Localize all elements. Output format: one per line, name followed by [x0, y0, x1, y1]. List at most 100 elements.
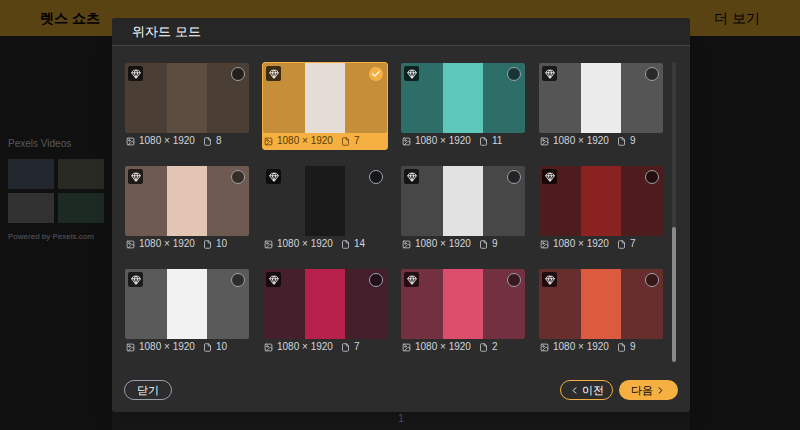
- resolution-icon: [540, 137, 549, 146]
- template-preview: [443, 269, 483, 339]
- template-thumbnail: [401, 269, 525, 339]
- diamond-icon: [407, 69, 417, 79]
- pages-icon: [203, 137, 212, 146]
- premium-badge: [128, 272, 143, 287]
- select-checkbox[interactable]: [369, 170, 383, 184]
- select-checkbox[interactable]: [507, 273, 521, 287]
- premium-badge: [128, 169, 143, 184]
- template-card[interactable]: 1080 × 1920 11: [400, 62, 526, 150]
- premium-badge: [404, 272, 419, 287]
- diamond-icon: [545, 172, 555, 182]
- template-card[interactable]: 1080 × 1920 7: [262, 62, 388, 150]
- template-grid: 1080 × 192081080 × 192071080 × 192011108…: [124, 62, 664, 380]
- pages-icon: [479, 343, 488, 352]
- pages-count: 7: [354, 136, 360, 146]
- select-checkbox[interactable]: [507, 67, 521, 81]
- template-thumbnail: [125, 166, 249, 236]
- select-checkbox[interactable]: [231, 67, 245, 81]
- template-thumbnail: [125, 63, 249, 133]
- diamond-icon: [131, 172, 141, 182]
- resolution-icon: [402, 240, 411, 249]
- scrollbar-thumb[interactable]: [672, 227, 676, 362]
- select-checkbox[interactable]: [231, 273, 245, 287]
- template-info: 1080 × 19209: [539, 339, 663, 355]
- resolution-label: 1080 × 1920: [139, 342, 195, 352]
- resolution-icon: [264, 137, 273, 146]
- pages-icon: [341, 343, 350, 352]
- template-preview: [305, 269, 345, 339]
- resolution-icon: [540, 343, 549, 352]
- premium-badge: [266, 272, 281, 287]
- select-checkbox[interactable]: [369, 67, 383, 81]
- select-checkbox[interactable]: [369, 273, 383, 287]
- template-info: 1080 × 1920 7: [263, 133, 387, 149]
- pages-count: 7: [630, 239, 636, 249]
- diamond-icon: [545, 275, 555, 285]
- premium-badge: [542, 272, 557, 287]
- template-card[interactable]: 1080 × 1920 8: [124, 62, 250, 150]
- template-card[interactable]: 1080 × 19209: [538, 62, 664, 150]
- scrollbar-track[interactable]: [672, 62, 676, 362]
- template-preview: [581, 166, 621, 236]
- diamond-icon: [269, 172, 279, 182]
- template-preview: [167, 166, 207, 236]
- template-thumbnail: [539, 269, 663, 339]
- resolution-icon: [402, 137, 411, 146]
- diamond-icon: [407, 172, 417, 182]
- premium-badge: [542, 169, 557, 184]
- resolution-label: 1080 × 1920: [553, 342, 609, 352]
- resolution-label: 1080 × 1920: [139, 239, 195, 249]
- select-checkbox[interactable]: [645, 273, 659, 287]
- template-thumbnail: [263, 63, 387, 133]
- prev-button[interactable]: 이전: [560, 380, 613, 400]
- chevron-left-icon: [569, 385, 580, 396]
- template-info: 1080 × 192014: [263, 236, 387, 252]
- pages-icon: [617, 137, 626, 146]
- next-button[interactable]: 다음: [619, 380, 678, 400]
- select-checkbox[interactable]: [645, 67, 659, 81]
- dialog-title: 위자드 모드: [132, 22, 201, 42]
- premium-badge: [266, 66, 281, 81]
- app-window: 렛스 쇼츠더 보기Pexels VideosPowered by Pexels.…: [0, 0, 800, 430]
- pages-count: 2: [492, 342, 498, 352]
- select-checkbox[interactable]: [645, 170, 659, 184]
- pages-count: 7: [354, 342, 360, 352]
- template-preview: [581, 269, 621, 339]
- resolution-label: 1080 × 1920: [415, 136, 471, 146]
- template-thumbnail: [263, 166, 387, 236]
- template-preview: [443, 166, 483, 236]
- pages-icon: [479, 137, 488, 146]
- resolution-icon: [126, 343, 135, 352]
- chevron-right-icon: [655, 385, 666, 396]
- premium-badge: [128, 66, 143, 81]
- select-checkbox[interactable]: [507, 170, 521, 184]
- template-card[interactable]: 1080 × 19209: [538, 268, 664, 356]
- template-card[interactable]: 1080 × 1920 7: [538, 165, 664, 253]
- template-thumbnail: [125, 269, 249, 339]
- wizard-dialog: 위자드 모드1080 × 192081080 × 192071080 × 192…: [112, 18, 690, 412]
- resolution-label: 1080 × 1920: [139, 136, 195, 146]
- premium-badge: [404, 169, 419, 184]
- template-info: 1080 × 1920 7: [263, 339, 387, 355]
- pages-icon: [203, 343, 212, 352]
- resolution-label: 1080 × 1920: [277, 136, 333, 146]
- pages-icon: [341, 137, 350, 146]
- template-info: 1080 × 1920 11: [401, 133, 525, 149]
- resolution-label: 1080 × 1920: [277, 342, 333, 352]
- template-info: 1080 × 1920 10: [125, 339, 249, 355]
- select-checkbox[interactable]: [231, 170, 245, 184]
- template-card[interactable]: 1080 × 192010: [124, 165, 250, 253]
- template-card[interactable]: 1080 × 1920 10: [124, 268, 250, 356]
- pages-icon: [203, 240, 212, 249]
- template-card[interactable]: 1080 × 19209: [400, 165, 526, 253]
- pages-count: 10: [216, 342, 227, 352]
- close-button[interactable]: 닫기: [124, 380, 172, 400]
- pages-count: 11: [492, 136, 502, 146]
- pages-count: 8: [216, 136, 222, 146]
- resolution-label: 1080 × 1920: [553, 239, 609, 249]
- template-card[interactable]: 1080 × 19202: [400, 268, 526, 356]
- template-card[interactable]: 1080 × 192014: [262, 165, 388, 253]
- template-info: 1080 × 192010: [125, 236, 249, 252]
- template-card[interactable]: 1080 × 1920 7: [262, 268, 388, 356]
- template-info: 1080 × 19202: [401, 339, 525, 355]
